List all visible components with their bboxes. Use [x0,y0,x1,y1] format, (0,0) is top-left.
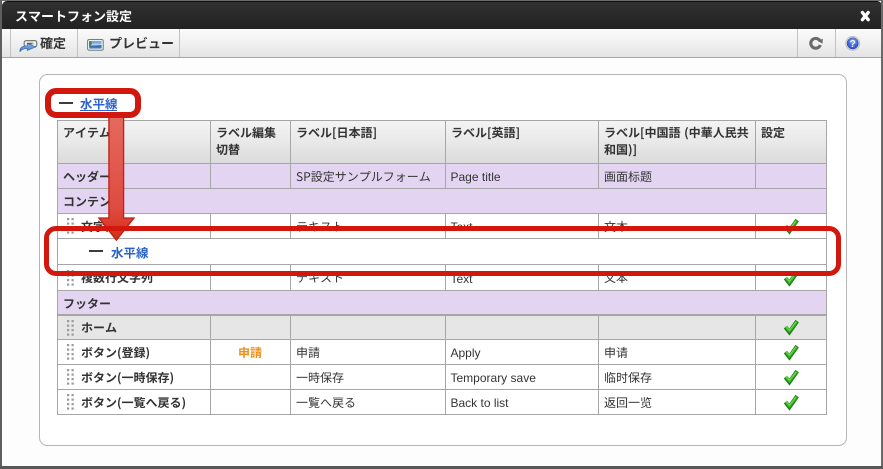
svg-text:?: ? [850,38,856,50]
